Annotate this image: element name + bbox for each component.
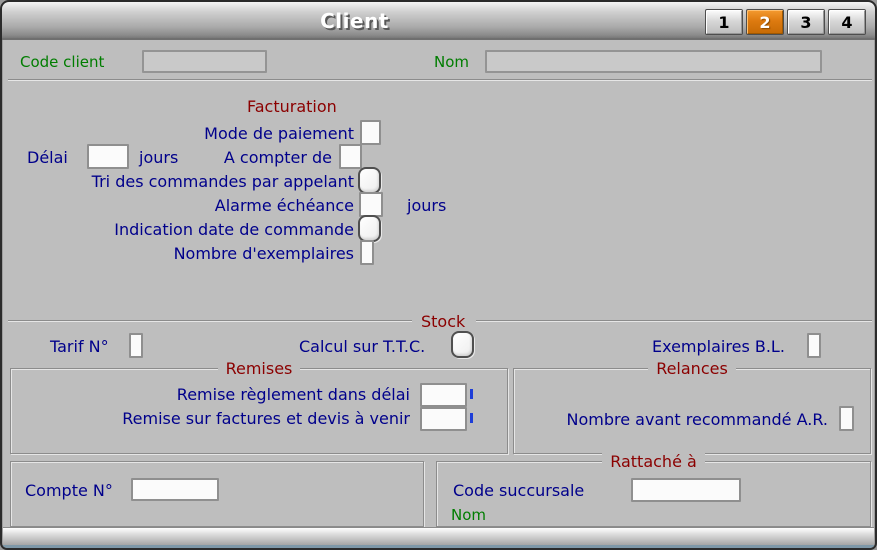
code-succursale-field[interactable] (631, 478, 741, 502)
delai-suffix: jours (139, 148, 179, 167)
status-bar (3, 527, 874, 545)
tab-3[interactable]: 3 (787, 9, 825, 35)
header-divider (8, 79, 872, 81)
tab-2[interactable]: 2 (746, 9, 784, 35)
remise-reglement-field[interactable] (420, 383, 467, 407)
compte-label: Compte N° (25, 481, 113, 500)
exemplaires-bl-field[interactable] (807, 333, 821, 358)
rattache-panel: Rattaché à Code succursale Nom (436, 452, 871, 527)
delai-label: Délai (27, 148, 68, 167)
stock-divider-right (476, 320, 872, 322)
nombre-exemplaires-label: Nombre d'exemplaires (173, 244, 354, 263)
remises-panel: Remises Remise règlement dans délai Remi… (10, 359, 508, 454)
window-title: Client (320, 9, 389, 33)
clipped-percent-mark (470, 389, 473, 399)
mode-paiement-label: Mode de paiement (204, 124, 354, 143)
alarme-echeance-field[interactable] (359, 192, 383, 217)
tarif-field[interactable] (129, 333, 143, 358)
a-compter-de-field[interactable] (339, 144, 362, 169)
nom-label: Nom (434, 53, 470, 71)
code-client-input[interactable] (142, 50, 267, 73)
alarme-echeance-suffix: jours (407, 196, 447, 215)
window-bottom-accent (3, 545, 874, 548)
remises-section-title: Remises (217, 359, 301, 378)
nombre-avant-ar-label: Nombre avant recommandé A.R. (566, 410, 828, 429)
relances-section-title: Relances (648, 359, 736, 378)
facturation-section-title: Facturation (247, 97, 337, 116)
exemplaires-bl-label: Exemplaires B.L. (652, 337, 785, 356)
nombre-avant-ar-field[interactable] (839, 406, 854, 431)
alarme-echeance-label: Alarme échéance (214, 196, 354, 215)
calcul-ttc-label: Calcul sur T.T.C. (299, 337, 426, 356)
calcul-ttc-checkbox[interactable] (451, 331, 474, 358)
title-bar: Client 1 2 3 4 (2, 2, 875, 40)
stock-section-title: Stock (421, 312, 466, 331)
stock-divider-left (8, 320, 412, 322)
remise-reglement-label: Remise règlement dans délai (176, 385, 410, 404)
tab-1[interactable]: 1 (705, 9, 743, 35)
client-form-window: Client 1 2 3 4 Code client Nom Facturati… (0, 0, 877, 550)
mode-paiement-field[interactable] (360, 120, 381, 145)
a-compter-de-label: A compter de (223, 148, 332, 167)
remise-factures-field[interactable] (420, 407, 467, 431)
compte-panel: Compte N° (10, 461, 424, 527)
nombre-exemplaires-field[interactable] (360, 240, 374, 265)
nom-input[interactable] (485, 50, 822, 73)
code-succursale-label: Code succursale (453, 481, 585, 500)
relances-panel: Relances Nombre avant recommandé A.R. (513, 359, 871, 454)
clipped-percent-mark (470, 413, 473, 423)
tarif-label: Tarif N° (50, 337, 109, 356)
indication-date-checkbox[interactable] (358, 215, 381, 242)
tri-commandes-label: Tri des commandes par appelant (91, 172, 354, 191)
tab-4[interactable]: 4 (828, 9, 866, 35)
rattache-section-title: Rattaché à (602, 452, 705, 471)
code-client-label: Code client (20, 53, 105, 71)
tri-commandes-checkbox[interactable] (358, 167, 381, 194)
delai-field[interactable] (87, 144, 129, 169)
rattache-nom-label: Nom (451, 506, 487, 524)
page-tabs: 1 2 3 4 (705, 9, 866, 35)
compte-field[interactable] (131, 478, 219, 501)
indication-date-label: Indication date de commande (114, 220, 354, 239)
remise-factures-label: Remise sur factures et devis à venir (122, 409, 410, 428)
